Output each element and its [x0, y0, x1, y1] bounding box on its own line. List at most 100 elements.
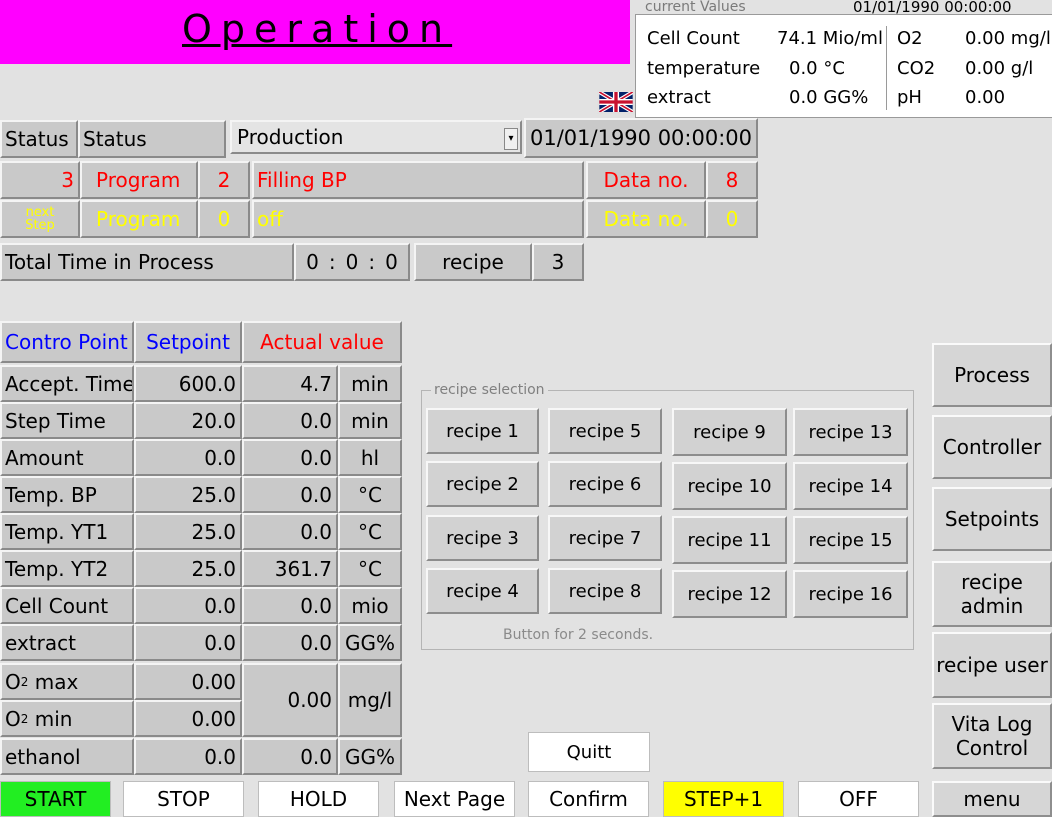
row-setpoint[interactable]: 0.0 [134, 624, 242, 661]
current-program-name: Filling BP [252, 161, 584, 199]
cv-co2-label: CO2 [897, 58, 936, 79]
vita-log-control-button[interactable]: Vita Log Control [932, 703, 1052, 769]
row-name: Temp. BP [0, 476, 134, 513]
row-actual: 4.7 [242, 365, 338, 402]
page-title: Operation [182, 7, 453, 51]
next-step-label: next Step [0, 200, 80, 238]
row-setpoint[interactable]: 25.0 [134, 550, 242, 587]
cv-o2-label: O2 [897, 28, 923, 49]
recipe-button[interactable]: recipe 9 [672, 408, 787, 456]
row-setpoint[interactable]: 0.0 [134, 587, 242, 624]
cv-divider [886, 26, 887, 110]
time-seconds: 0 [385, 250, 398, 274]
confirm-button[interactable]: Confirm [528, 781, 649, 817]
recipe-button[interactable]: recipe 15 [793, 516, 908, 564]
row-setpoint[interactable]: 25.0 [134, 476, 242, 513]
o2-min-setpoint[interactable]: 0.00 [134, 700, 242, 737]
uk-flag-icon[interactable] [597, 90, 635, 114]
cv-temperature-value: 0.0 °C [789, 58, 845, 79]
start-button[interactable]: START [0, 781, 111, 817]
o2-min-prefix: O [5, 706, 21, 731]
row-actual: 361.7 [242, 550, 338, 587]
row-actual: 0.0 [242, 439, 338, 476]
o2-min-sub: 2 [20, 711, 29, 726]
row-setpoint[interactable]: 20.0 [134, 402, 242, 439]
row-name: Amount [0, 439, 134, 476]
o2-max-name: O2 max [0, 663, 134, 700]
time-minutes: 0 [345, 250, 359, 274]
recipe-user-button[interactable]: recipe user [932, 632, 1052, 698]
next-program-name: off [252, 200, 584, 238]
current-data-no: 8 [706, 161, 758, 199]
recipe-button[interactable]: recipe 11 [672, 516, 787, 564]
cv-ph-value: 0.00 [965, 87, 1006, 108]
stop-button[interactable]: STOP [123, 781, 244, 817]
current-values-datetime: 01/01/1990 00:00:00 [853, 0, 1012, 16]
header-control-point: Contro Point [0, 321, 134, 363]
off-button[interactable]: OFF [798, 781, 919, 817]
cv-cell-count-value: 74.1 Mio/ml [777, 28, 883, 49]
mode-select[interactable]: Production ▾ [230, 120, 522, 154]
row-setpoint[interactable]: 0.0 [134, 439, 242, 476]
next-program-label: Program [80, 200, 198, 238]
recipe-button[interactable]: recipe 3 [426, 515, 539, 561]
total-time-label: Total Time in Process [0, 243, 294, 281]
cv-cell-count-label: Cell Count [647, 28, 740, 49]
o2-actual: 0.00 [242, 663, 338, 737]
recipe-button[interactable]: recipe 5 [548, 408, 662, 454]
recipe-button[interactable]: recipe 14 [793, 462, 908, 510]
next-step-label-text: next Step [25, 205, 55, 233]
controller-button[interactable]: Controller [932, 415, 1052, 479]
cv-o2-value: 0.00 mg/l [965, 28, 1051, 49]
recipe-button[interactable]: recipe 8 [548, 568, 662, 614]
time-hours: 0 [306, 250, 319, 274]
current-program-label: Program [80, 161, 198, 199]
cv-ph-label: pH [897, 87, 922, 108]
setpoints-button[interactable]: Setpoints [932, 487, 1052, 551]
row-name: Step Time [0, 402, 134, 439]
cv-extract-label: extract [647, 87, 711, 108]
recipe-button[interactable]: recipe 2 [426, 461, 539, 507]
ethanol-name: ethanol [0, 738, 134, 775]
row-actual: 0.0 [242, 513, 338, 550]
recipe-button[interactable]: recipe 4 [426, 568, 539, 614]
recipe-button[interactable]: recipe 7 [548, 515, 662, 561]
row-setpoint[interactable]: 600.0 [134, 365, 242, 402]
next-page-button[interactable]: Next Page [394, 781, 515, 817]
status-label-2: Status [78, 120, 226, 158]
dropdown-arrow-icon[interactable]: ▾ [504, 128, 518, 150]
recipe-button[interactable]: recipe 1 [426, 408, 539, 454]
quit-button[interactable]: Quitt [528, 732, 650, 772]
recipe-button[interactable]: recipe 6 [548, 461, 662, 507]
o2-min-name: O2 min [0, 700, 134, 737]
next-data-label: Data no. [586, 200, 706, 238]
hold-button[interactable]: HOLD [258, 781, 379, 817]
row-unit: °C [338, 550, 402, 587]
status-label-1: Status [0, 120, 78, 158]
recipe-no: 3 [532, 243, 584, 281]
o2-max-sub: 2 [20, 674, 29, 689]
row-actual: 0.0 [242, 587, 338, 624]
row-name: Temp. YT2 [0, 550, 134, 587]
recipe-button[interactable]: recipe 12 [672, 570, 787, 618]
step-plus-one-button[interactable]: STEP+1 [663, 781, 784, 817]
recipe-button[interactable]: recipe 10 [672, 462, 787, 510]
cv-extract-value: 0.0 GG% [789, 87, 869, 108]
ethanol-setpoint[interactable]: 0.0 [134, 738, 242, 775]
recipe-label: recipe [414, 243, 532, 281]
row-name: Cell Count [0, 587, 134, 624]
menu-button[interactable]: menu [932, 781, 1052, 817]
recipe-button[interactable]: recipe 16 [793, 570, 908, 618]
next-data-no: 0 [706, 200, 758, 238]
o2-max-setpoint[interactable]: 0.00 [134, 663, 242, 700]
current-data-label: Data no. [586, 161, 706, 199]
row-setpoint[interactable]: 25.0 [134, 513, 242, 550]
recipe-button[interactable]: recipe 13 [793, 408, 908, 456]
row-name: Temp. YT1 [0, 513, 134, 550]
process-button[interactable]: Process [932, 343, 1052, 407]
ethanol-actual: 0.0 [242, 738, 338, 775]
o2-max-suffix: max [28, 669, 79, 694]
recipe-admin-button[interactable]: recipe admin [932, 561, 1052, 627]
row-actual: 0.0 [242, 402, 338, 439]
row-unit: °C [338, 513, 402, 550]
